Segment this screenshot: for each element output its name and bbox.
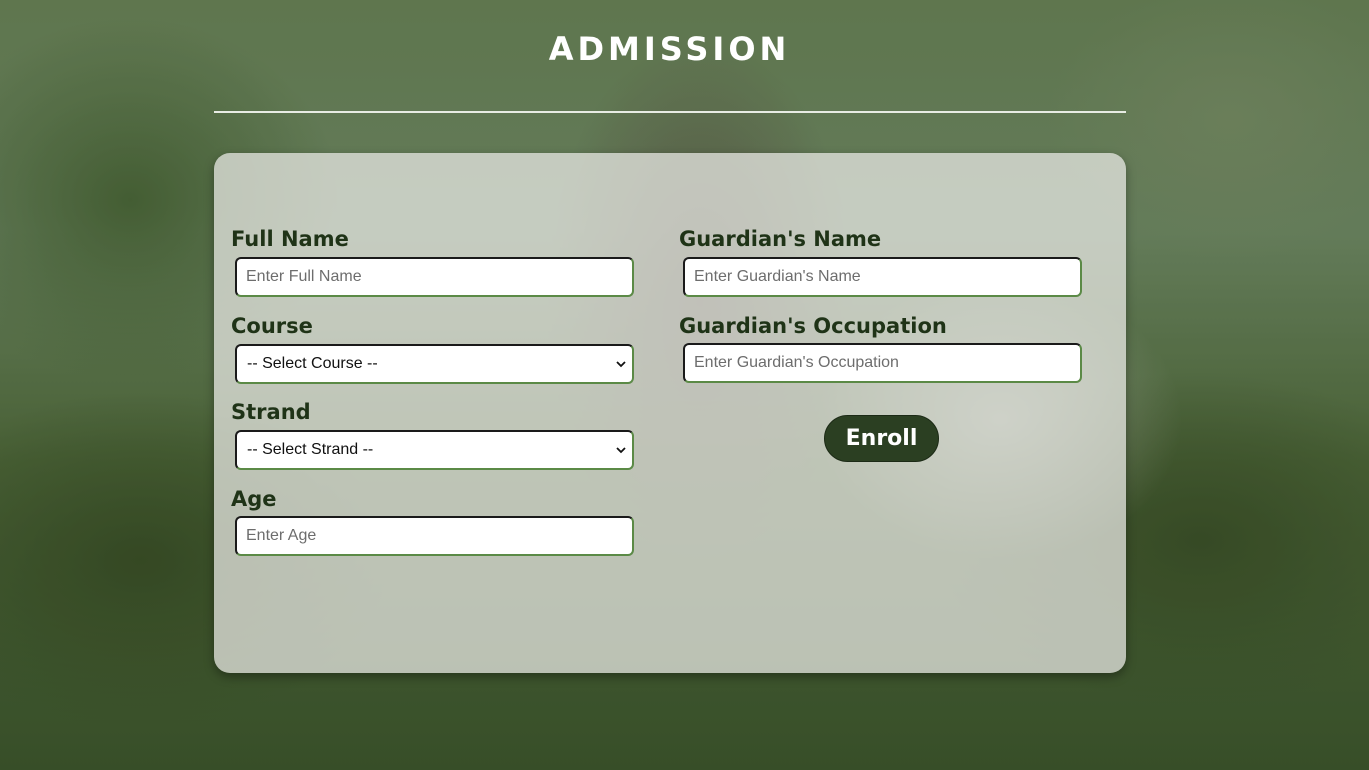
- guardian-occupation-input[interactable]: [683, 343, 1082, 383]
- enroll-button[interactable]: Enroll: [824, 415, 939, 462]
- admission-form-card: [214, 153, 1126, 673]
- guardian-occupation-label: Guardian's Occupation: [679, 314, 947, 338]
- guardian-name-input[interactable]: [683, 257, 1082, 297]
- full-name-input[interactable]: [235, 257, 634, 297]
- course-selected-value: -- Select Course --: [247, 355, 378, 372]
- guardian-name-label: Guardian's Name: [679, 227, 882, 251]
- full-name-label: Full Name: [231, 227, 349, 251]
- strand-select[interactable]: -- Select Strand --: [235, 430, 634, 470]
- age-input[interactable]: [235, 516, 634, 556]
- title-divider: [214, 111, 1126, 113]
- chevron-down-icon: [616, 361, 626, 368]
- strand-selected-value: -- Select Strand --: [247, 441, 374, 458]
- age-label: Age: [231, 487, 277, 511]
- page-title: ADMISSION: [548, 30, 791, 68]
- chevron-down-icon: [616, 447, 626, 454]
- course-select[interactable]: -- Select Course --: [235, 344, 634, 384]
- strand-label: Strand: [231, 400, 311, 424]
- course-label: Course: [231, 314, 313, 338]
